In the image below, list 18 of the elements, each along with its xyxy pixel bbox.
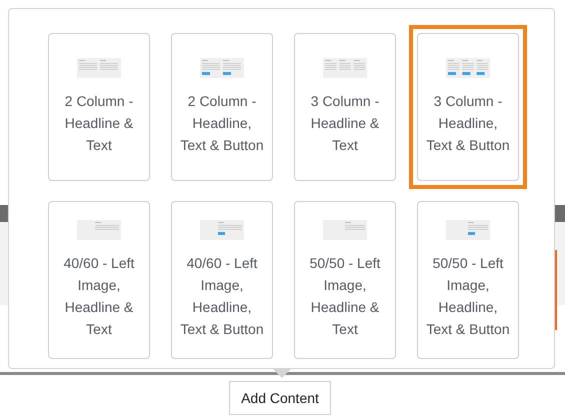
layout-thumbnail-icon [77, 220, 121, 240]
template-card[interactable]: 3 Column - Headline, Text & Button [409, 25, 527, 189]
template-label: 3 Column - Headline, Text & Button [425, 92, 511, 155]
template-label: 50/50 - Left Image, Headline, Text & Button [425, 254, 511, 339]
template-label: 3 Column - Headline & Text [310, 92, 380, 155]
layout-thumbnail-icon [200, 58, 244, 78]
layout-thumbnail-icon [446, 58, 490, 78]
template-label: 2 Column - Headline, Text & Button [179, 92, 265, 155]
layout-thumbnail-icon [77, 58, 121, 78]
layout-thumbnail-icon [446, 220, 490, 240]
layout-thumbnail-icon [323, 58, 367, 78]
template-label: 40/60 - Left Image, Headline, Text & Button [179, 254, 265, 339]
layout-thumbnail-icon [323, 220, 367, 240]
template-label: 2 Column - Headline & Text [64, 92, 134, 155]
template-label: 50/50 - Left Image, Headline & Text [308, 254, 382, 339]
layout-thumbnail-icon [200, 220, 244, 240]
template-label: 40/60 - Left Image, Headline & Text [62, 254, 136, 339]
add-content-button[interactable]: Add Content [229, 381, 331, 415]
